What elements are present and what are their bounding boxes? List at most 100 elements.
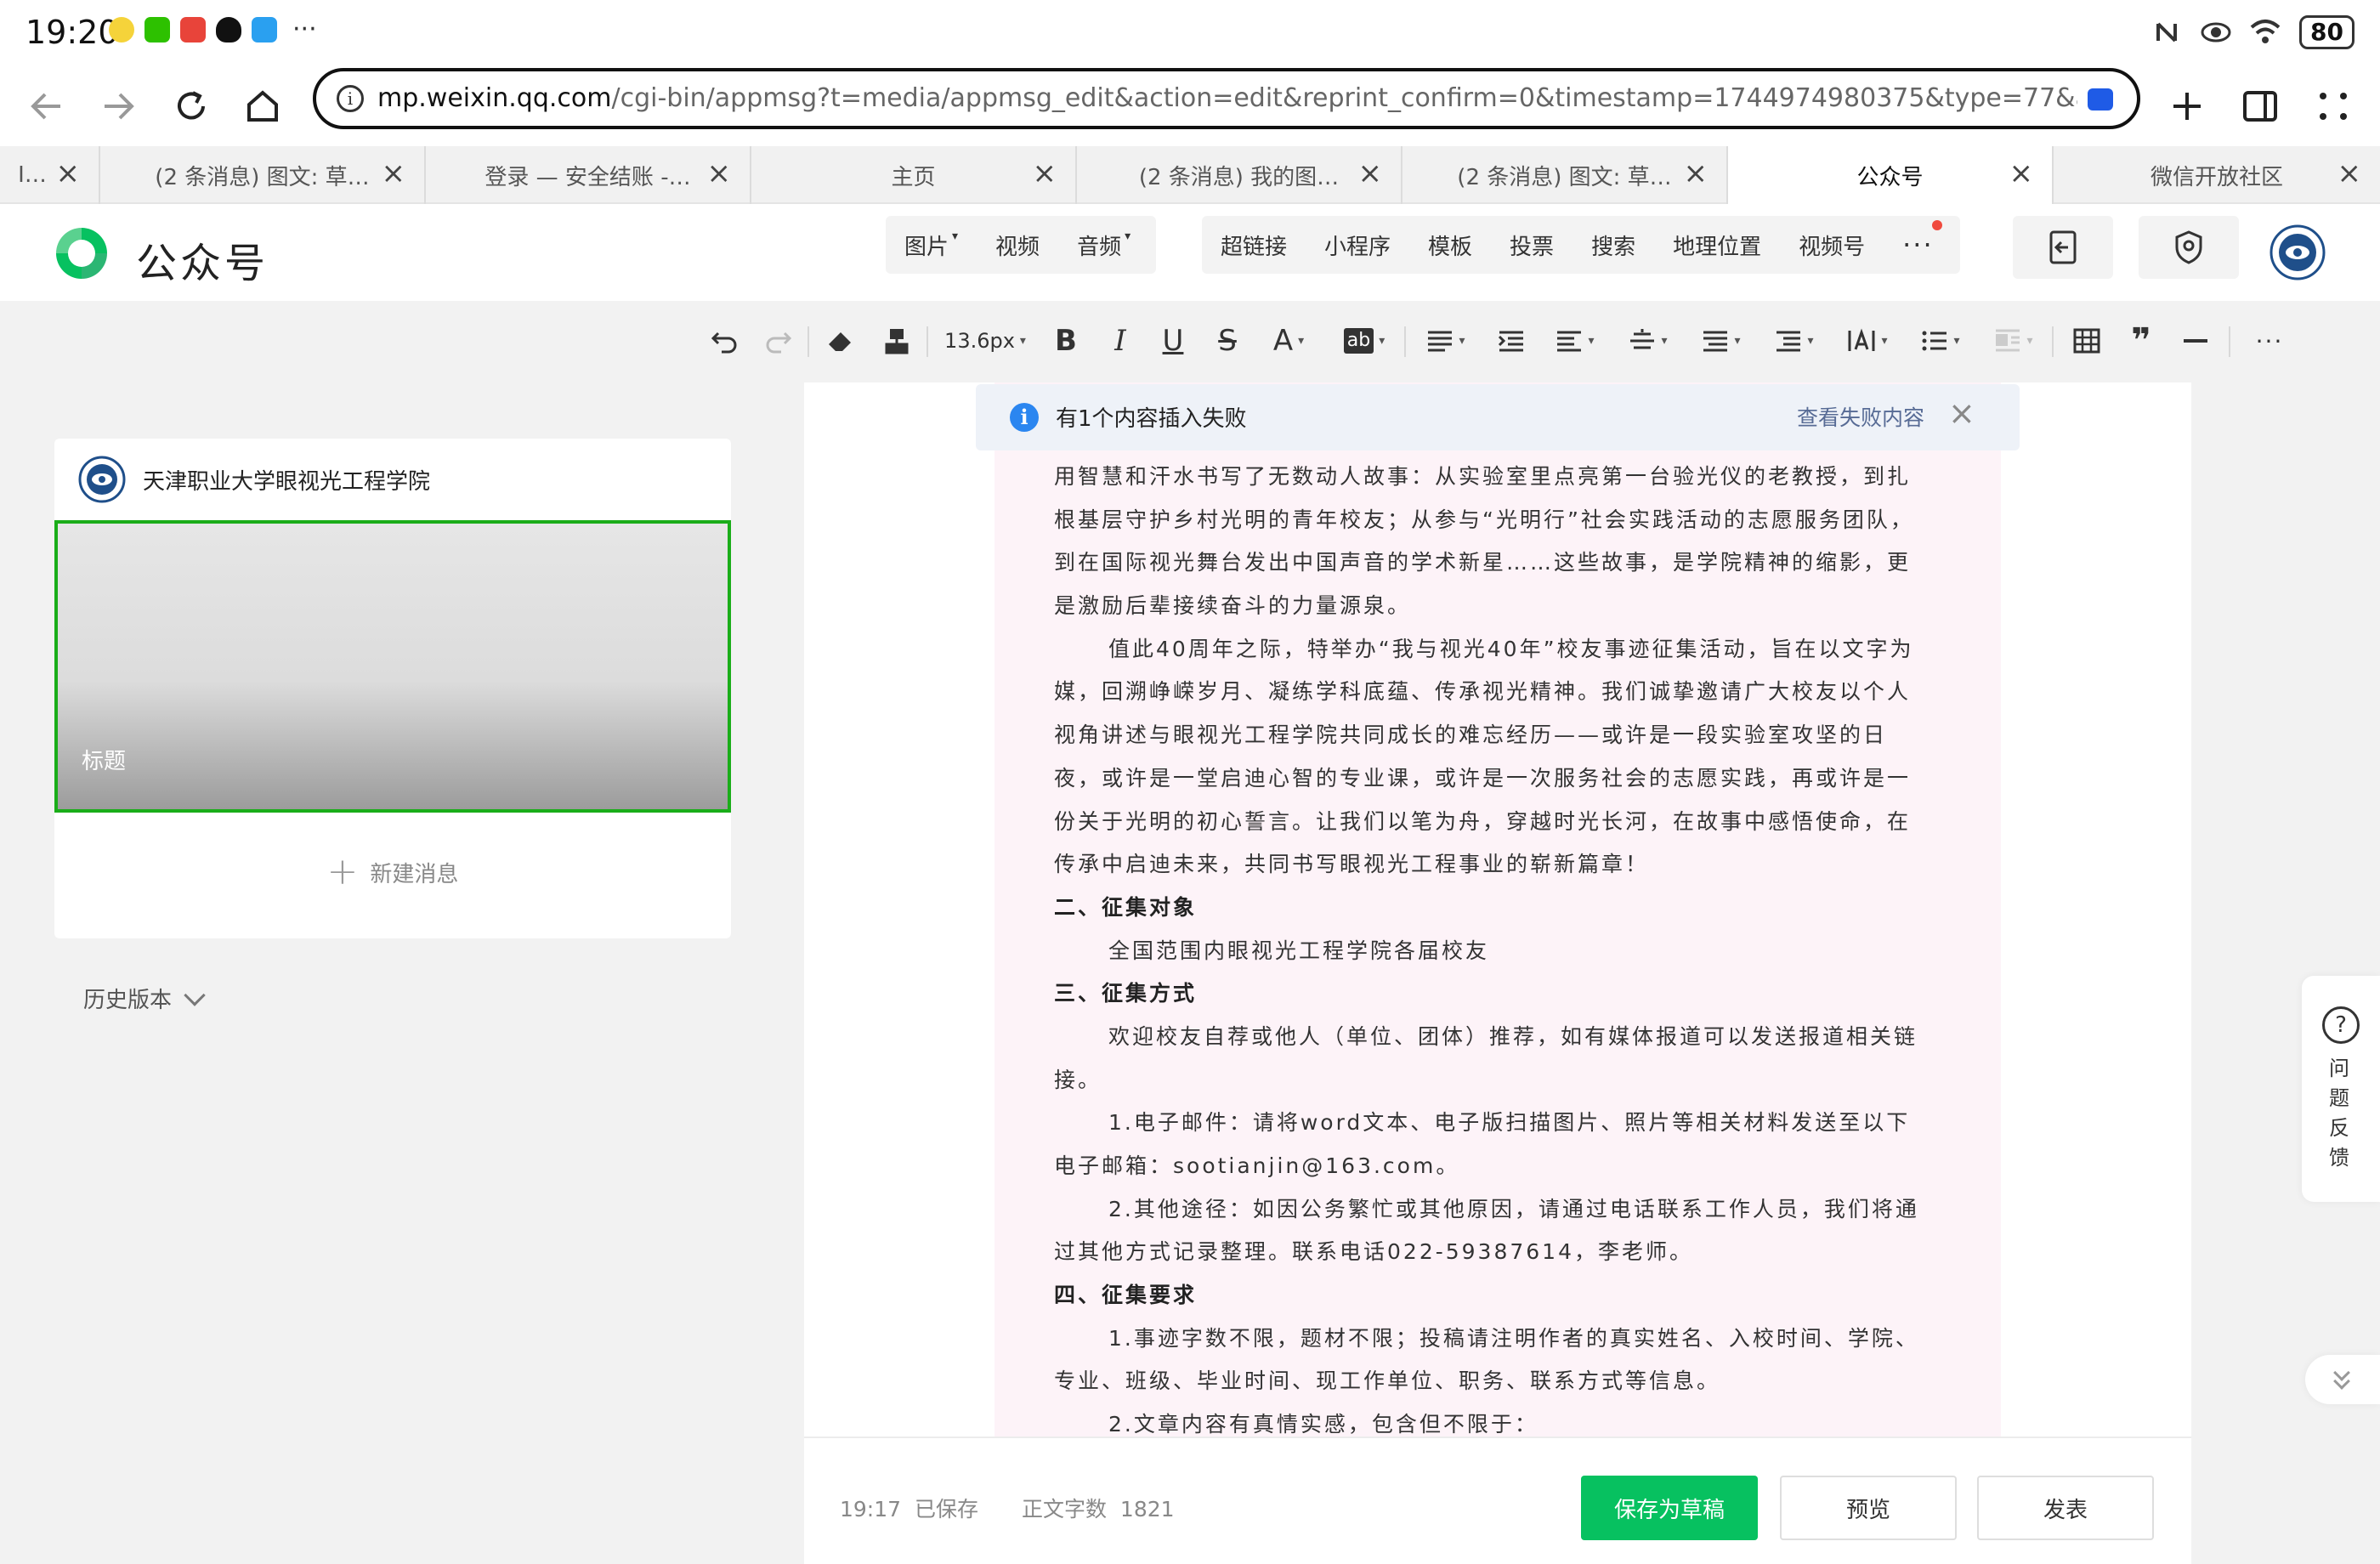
word-count-label: 正文字数 bbox=[1022, 1497, 1108, 1522]
bold-button[interactable]: B bbox=[1047, 320, 1085, 362]
reload-button[interactable] bbox=[162, 76, 221, 136]
tab-label: (2 条消息) 图文: 草… bbox=[155, 164, 370, 190]
font-color-icon: A bbox=[1272, 324, 1294, 358]
insert-search-button[interactable]: 搜索 bbox=[1572, 230, 1654, 261]
security-check-button[interactable] bbox=[2139, 216, 2239, 279]
insert-link-button[interactable]: 超链接 bbox=[1202, 230, 1306, 261]
segment-spacing-menu[interactable]: ▾ bbox=[1695, 320, 1748, 362]
float-menu[interactable]: ▾ bbox=[1987, 320, 2040, 362]
feedback-widget[interactable]: ? 问题反馈 bbox=[2302, 976, 2380, 1202]
bullet-list-menu[interactable]: ▾ bbox=[1914, 320, 1967, 362]
list-indent-menu[interactable]: ▾ bbox=[1768, 320, 1821, 362]
tab-close-icon[interactable]: × bbox=[2009, 158, 2034, 189]
insert-audio-menu[interactable]: 音频 ▾ bbox=[1058, 230, 1149, 261]
italic-button[interactable]: I bbox=[1102, 320, 1139, 362]
new-tab-button[interactable] bbox=[2157, 76, 2217, 136]
letter-spacing-menu[interactable]: ▾ bbox=[1841, 320, 1894, 362]
view-failed-link[interactable]: 查看失败内容 bbox=[1797, 401, 1924, 432]
insert-video-button[interactable]: 视频 bbox=[977, 230, 1058, 261]
preview-button[interactable]: 预览 bbox=[1780, 1476, 1957, 1540]
browser-tab[interactable]: (2 条消息) 我的图… × bbox=[1077, 146, 1402, 204]
align-menu[interactable]: ▾ bbox=[1420, 320, 1472, 362]
article-line: 全国范围内眼视光工程学院各届校友 bbox=[1108, 938, 1490, 963]
line-height-menu[interactable]: ▾ bbox=[1622, 320, 1674, 362]
paragraph-spacing-menu[interactable]: ▾ bbox=[1549, 320, 1601, 362]
underline-button[interactable]: U bbox=[1154, 320, 1192, 362]
tab-close-icon[interactable]: × bbox=[707, 158, 732, 189]
divider-button[interactable] bbox=[2176, 320, 2215, 362]
browser-tab-active[interactable]: 公众号 × bbox=[1728, 146, 2054, 204]
align-left-icon bbox=[1428, 331, 1453, 352]
browser-tab[interactable]: 微信开放社区 × bbox=[2054, 146, 2380, 204]
insert-channels-button[interactable]: 视频号 bbox=[1780, 230, 1884, 261]
status-app-icons: ··· bbox=[109, 17, 317, 42]
tab-close-icon[interactable]: × bbox=[2338, 158, 2362, 189]
format-painter-button[interactable] bbox=[876, 320, 918, 362]
insert-template-button[interactable]: 模板 bbox=[1409, 230, 1491, 261]
browser-tab[interactable]: (2 条消息) 图文: 草… × bbox=[100, 146, 426, 204]
more-horizontal-icon: ··· bbox=[2255, 326, 2284, 355]
back-button[interactable] bbox=[17, 76, 76, 136]
indent-button[interactable] bbox=[1493, 320, 1530, 362]
translate-badge-icon[interactable] bbox=[2088, 88, 2113, 110]
sidebar-toggle-button[interactable] bbox=[2230, 76, 2290, 136]
tab-label: 主页 bbox=[891, 164, 936, 190]
toolbar-more-button[interactable]: ··· bbox=[2249, 320, 2290, 362]
sidebar-icon bbox=[2243, 91, 2277, 122]
insert-miniprogram-button[interactable]: 小程序 bbox=[1306, 230, 1409, 261]
word-count: 正文字数 1821 bbox=[1022, 1493, 1175, 1523]
new-message-button[interactable]: + 新建消息 bbox=[54, 838, 731, 906]
url-text[interactable]: mp.weixin.qq.com/cgi-bin/appmsg?t=media/… bbox=[377, 83, 2077, 113]
tab-close-icon[interactable]: × bbox=[1684, 158, 1708, 189]
back-arrow-icon bbox=[31, 93, 60, 120]
insert-location-button[interactable]: 地理位置 bbox=[1654, 230, 1780, 261]
tab-close-icon[interactable]: × bbox=[382, 158, 406, 189]
close-icon[interactable]: × bbox=[1948, 396, 1975, 430]
forward-button[interactable] bbox=[88, 76, 148, 136]
clear-format-button[interactable] bbox=[819, 320, 862, 362]
article-cover-selected[interactable]: 标题 bbox=[54, 520, 731, 813]
undo-button[interactable] bbox=[704, 320, 745, 362]
save-draft-button[interactable]: 保存为草稿 bbox=[1581, 1476, 1758, 1540]
browser-tab[interactable]: 主页 × bbox=[751, 146, 1077, 204]
tab-close-icon[interactable]: × bbox=[1358, 158, 1383, 189]
feedback-label: 问题反馈 bbox=[2329, 1057, 2349, 1170]
grid-dots-icon bbox=[2320, 93, 2347, 120]
url-bar[interactable]: i mp.weixin.qq.com/cgi-bin/appmsg?t=medi… bbox=[313, 68, 2140, 129]
scroll-down-button[interactable] bbox=[2305, 1355, 2380, 1404]
highlight-icon: ab bbox=[1343, 328, 1374, 354]
tab-label: (2 条消息) 图文: 草… bbox=[1457, 164, 1672, 190]
account-avatar[interactable] bbox=[2270, 224, 2326, 280]
format-painter-icon bbox=[885, 329, 909, 354]
browser-tab[interactable]: (2 条消息) 图文: 草… × bbox=[1402, 146, 1728, 204]
browser-menu-button[interactable] bbox=[2304, 76, 2363, 136]
strikethrough-button[interactable]: S bbox=[1209, 320, 1246, 362]
insert-vote-button[interactable]: 投票 bbox=[1491, 230, 1572, 261]
font-size-select[interactable]: 13.6px ▾ bbox=[938, 320, 1032, 362]
home-button[interactable] bbox=[233, 76, 292, 136]
insert-table-button[interactable] bbox=[2067, 320, 2106, 362]
font-color-button[interactable]: A ▾ bbox=[1263, 320, 1314, 362]
article-body[interactable]: 用智慧和汗水书写了无数动人故事：从实验室里点亮第一台验光仪的老教授，到扎 根基层守… bbox=[1054, 456, 1943, 1447]
insert-image-menu[interactable]: 图片 ▾ bbox=[886, 230, 977, 261]
new-message-label: 新建消息 bbox=[370, 861, 459, 887]
history-version-toggle[interactable]: 历史版本 bbox=[83, 983, 206, 1014]
insert-more-button[interactable]: ··· bbox=[1884, 220, 1952, 261]
site-info-icon[interactable]: i bbox=[337, 85, 364, 112]
quote-button[interactable]: ❞ bbox=[2122, 320, 2161, 362]
browser-address-row: i mp.weixin.qq.com/cgi-bin/appmsg?t=medi… bbox=[0, 68, 2380, 146]
import-doc-button[interactable] bbox=[2013, 216, 2113, 279]
home-icon bbox=[247, 90, 278, 122]
tab-close-icon[interactable]: × bbox=[56, 158, 81, 189]
browser-tab[interactable]: I… × bbox=[0, 146, 100, 204]
shield-icon bbox=[2175, 230, 2202, 264]
tab-close-icon[interactable]: × bbox=[1033, 158, 1057, 189]
redo-button[interactable] bbox=[758, 320, 799, 362]
article-line: 值此40周年之际，特举办“我与视光40年”校友事迹征集活动，旨在以文字为 bbox=[1108, 636, 1914, 661]
article-line: 份关于光明的初心誓言。让我们以笔为舟，穿越时光长河，在故事中感悟使命，在 bbox=[1054, 808, 1912, 834]
browser-tab[interactable]: 登录 — 安全结账 -… × bbox=[426, 146, 751, 204]
background-color-button[interactable]: ab ▾ bbox=[1336, 320, 1392, 362]
publish-button[interactable]: 发表 bbox=[1977, 1476, 2154, 1540]
tab-label: I… bbox=[18, 162, 47, 188]
bullet-list-icon bbox=[1922, 331, 1947, 351]
